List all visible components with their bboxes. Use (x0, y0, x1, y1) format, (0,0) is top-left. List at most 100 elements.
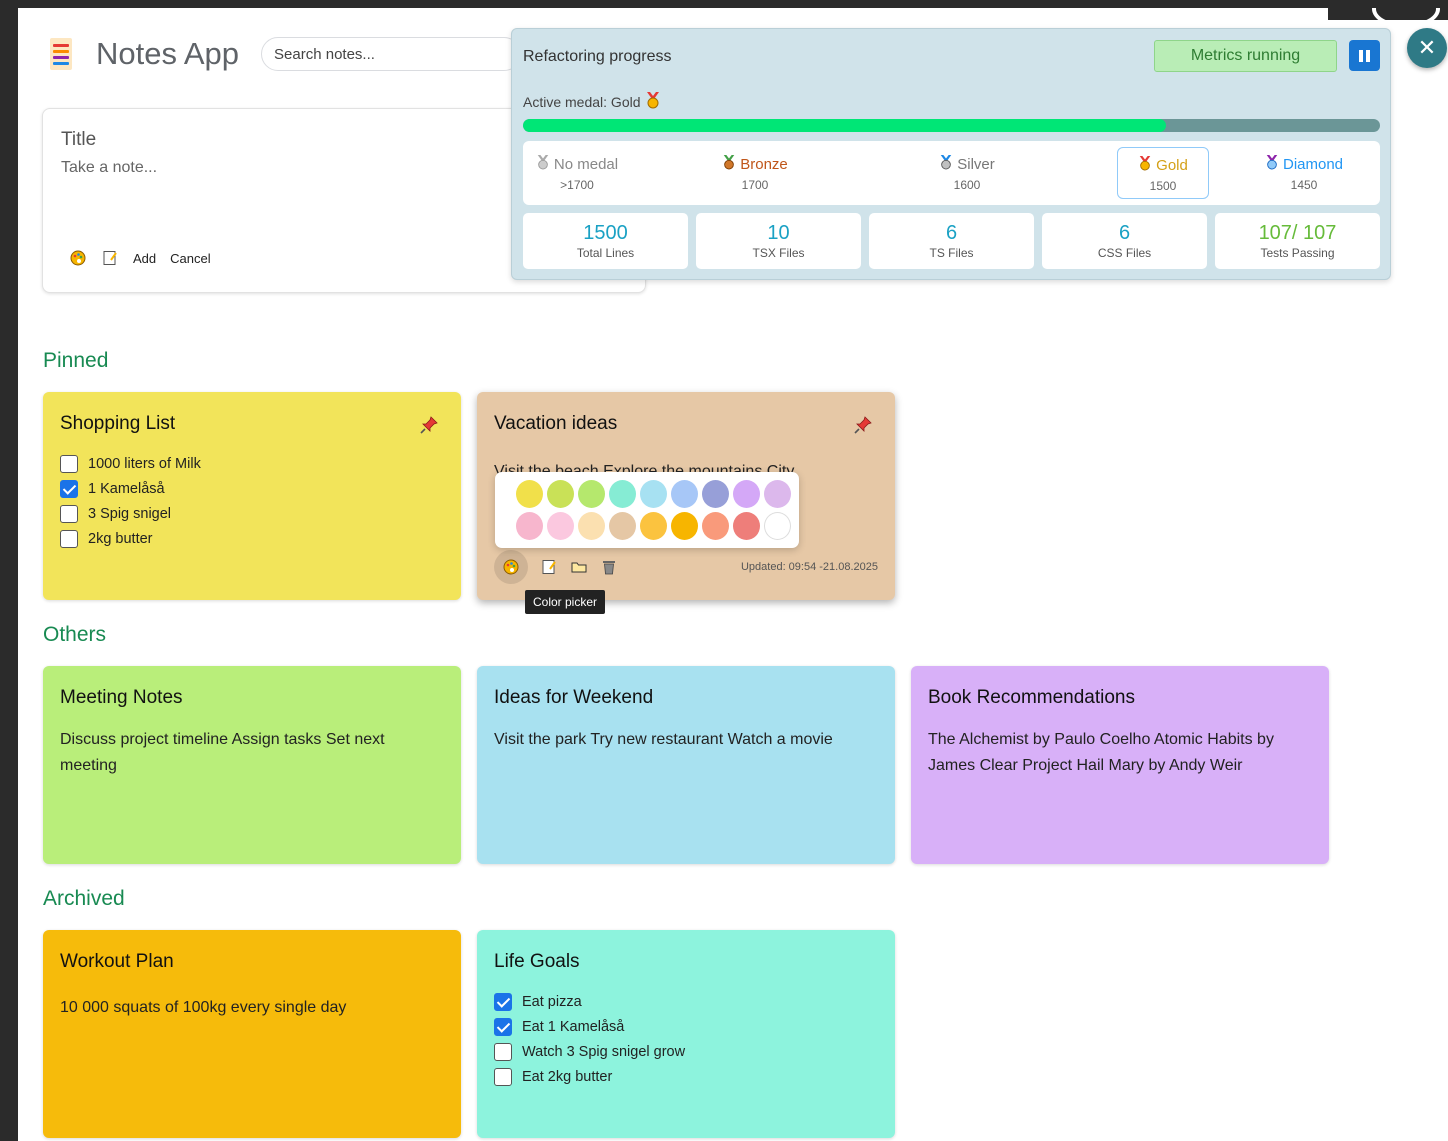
checkbox[interactable] (494, 1067, 512, 1086)
edit-note-icon[interactable] (540, 558, 558, 576)
tooltip: Color picker (525, 590, 606, 614)
color-swatch[interactable] (701, 512, 729, 540)
color-swatch[interactable] (733, 480, 760, 508)
gold-medal-icon (645, 91, 661, 112)
palette-icon[interactable] (69, 249, 87, 267)
color-swatch[interactable] (732, 512, 760, 540)
color-swatch[interactable] (671, 480, 698, 508)
active-medal-label: Active medal: Gold (523, 93, 641, 110)
medal-none: No medal >1700 (531, 147, 623, 199)
app-title: Notes App (96, 36, 240, 71)
medal-bronze: Bronze 1700 (709, 147, 801, 199)
stat-label: TSX Files (752, 246, 805, 260)
pin-icon[interactable] (419, 415, 439, 440)
checklist-item-text: 3 Spig snigel (88, 505, 172, 522)
note-card-book-recommendations[interactable]: Book Recommendations The Alchemist by Pa… (911, 666, 1329, 864)
checklist-item-text: Watch 3 Spig snigel grow (522, 1043, 686, 1060)
metrics-status-badge: Metrics running (1154, 40, 1337, 72)
color-swatch[interactable] (516, 480, 543, 508)
checklist-item[interactable]: Eat pizza (494, 989, 685, 1014)
stat-label: TS Files (929, 246, 974, 260)
color-swatch[interactable] (609, 480, 636, 508)
app-window: Notes App Title Take a note... Add Cance… (18, 8, 1448, 1141)
notes-logo-icon (50, 38, 72, 70)
cancel-button[interactable]: Cancel (170, 251, 210, 266)
no-medal-icon (536, 154, 550, 174)
medal-threshold: 1500 (1149, 179, 1177, 193)
composer-body-field[interactable]: Take a note... (61, 159, 157, 177)
note-title: Workout Plan (60, 951, 174, 972)
palette-icon[interactable] (494, 550, 528, 584)
checklist-item[interactable]: 3 Spig snigel (60, 501, 201, 526)
checkbox[interactable] (494, 1042, 512, 1061)
checklist-item[interactable]: Eat 1 Kamelåså (494, 1014, 685, 1039)
pause-button[interactable] (1349, 40, 1380, 71)
checklist-item[interactable]: Eat 2kg butter (494, 1064, 685, 1089)
stat-value: 6 (1118, 222, 1131, 244)
progress-fill (523, 119, 1166, 132)
medal-gold: Gold 1500 (1117, 147, 1209, 199)
color-swatch[interactable] (578, 480, 605, 508)
color-swatch[interactable] (608, 512, 636, 540)
updated-timestamp: Updated: 09:54 -21.08.2025 (740, 561, 878, 573)
search-input[interactable] (261, 37, 522, 71)
window-corner (1328, 8, 1448, 28)
color-swatch[interactable] (577, 512, 605, 540)
note-body: The Alchemist by Paulo Coelho Atomic Hab… (928, 731, 1274, 774)
color-swatch[interactable] (670, 512, 698, 540)
checkbox-checked[interactable] (494, 992, 512, 1011)
checklist-item-text: Eat pizza (522, 993, 582, 1010)
color-swatch[interactable] (546, 512, 574, 540)
color-swatch[interactable] (640, 480, 667, 508)
note-body: Discuss project timeline Assign tasks Se… (60, 731, 385, 774)
note-title: Meeting Notes (60, 687, 183, 708)
metrics-stats: 1500 Total Lines 10 TSX Files 6 TS Files… (523, 213, 1380, 269)
edit-note-icon[interactable] (101, 249, 119, 267)
stat-label: CSS Files (1097, 246, 1152, 260)
checklist-item-text: Eat 2kg butter (522, 1068, 613, 1085)
checklist-item-text: 1000 liters of Milk (88, 455, 201, 472)
medal-name: Gold (1156, 156, 1188, 174)
section-others-heading: Others (43, 623, 107, 646)
color-swatch[interactable] (639, 512, 667, 540)
note-card-vacation-ideas[interactable]: Vacation ideas Visit the beach Explore t… (477, 392, 895, 600)
checklist-item[interactable]: 1000 liters of Milk (60, 451, 201, 476)
close-icon: ✕ (1417, 35, 1437, 60)
color-swatch[interactable] (702, 480, 729, 508)
note-card-ideas-for-weekend[interactable]: Ideas for Weekend Visit the park Try new… (477, 666, 895, 864)
checklist-item[interactable]: Watch 3 Spig snigel grow (494, 1039, 685, 1064)
checklist-item[interactable]: 2kg butter (60, 526, 201, 551)
stat-tests-passing: 107/ 107 Tests Passing (1215, 213, 1380, 269)
medal-name: Bronze (740, 155, 788, 173)
checkbox[interactable] (60, 504, 78, 523)
color-swatch[interactable] (516, 512, 543, 540)
color-swatch[interactable] (547, 480, 574, 508)
note-toolbar: Updated: 09:54 -21.08.2025 (494, 550, 878, 584)
add-button[interactable]: Add (133, 251, 156, 266)
note-card-life-goals[interactable]: Life Goals Eat pizza Eat 1 Kamelåså Watc… (477, 930, 895, 1138)
checklist-item-text: 1 Kamelåså (88, 480, 165, 497)
trash-icon[interactable] (600, 558, 618, 576)
color-swatch[interactable] (763, 512, 791, 540)
note-title: Book Recommendations (928, 687, 1135, 708)
note-title: Shopping List (60, 413, 176, 434)
medal-name: Silver (957, 155, 995, 173)
composer-title-field[interactable]: Title (61, 129, 96, 151)
checkbox-checked[interactable] (494, 1017, 512, 1036)
stat-value: 6 (945, 222, 958, 244)
checkbox[interactable] (60, 529, 78, 548)
stat-label: Tests Passing (1260, 246, 1335, 260)
note-card-meeting-notes[interactable]: Meeting Notes Discuss project timeline A… (43, 666, 461, 864)
note-card-shopping-list[interactable]: Shopping List 1000 liters of Milk 1 Kame… (43, 392, 461, 600)
close-metrics-button[interactable]: ✕ (1407, 28, 1447, 68)
note-card-workout-plan[interactable]: Workout Plan 10 000 squats of 100kg ever… (43, 930, 461, 1138)
folder-icon[interactable] (570, 558, 588, 576)
diamond-medal-icon (1265, 154, 1279, 174)
color-palette-popup (495, 472, 799, 548)
pin-icon[interactable] (853, 415, 873, 440)
header: Notes App (50, 36, 522, 72)
color-swatch[interactable] (764, 480, 791, 508)
checklist-item[interactable]: 1 Kamelåså (60, 476, 201, 501)
checkbox[interactable] (60, 454, 78, 473)
checkbox-checked[interactable] (60, 479, 78, 498)
